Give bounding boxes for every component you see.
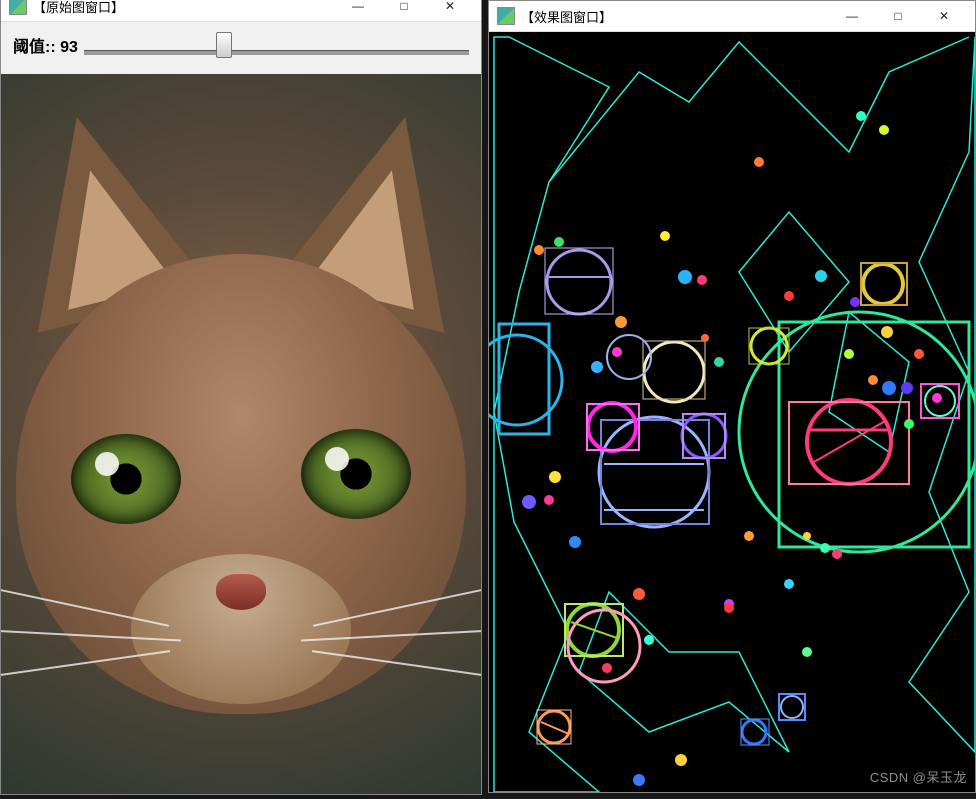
effect-image: CSDN @呆玉龙 [489, 32, 975, 792]
titlebar[interactable]: 【原始图窗口】 — □ ✕ [1, 0, 481, 22]
window-title: 【效果图窗口】 [521, 7, 612, 26]
slider-thumb[interactable] [216, 32, 232, 58]
maximize-button[interactable]: □ [381, 0, 427, 21]
threshold-label: 阈值:: 93 [13, 33, 78, 57]
close-button[interactable]: ✕ [427, 0, 473, 21]
app-icon [497, 7, 515, 25]
effect-image-window: 【效果图窗口】 — □ ✕ CSDN @呆玉龙 [488, 0, 976, 793]
source-image-window: 【原始图窗口】 — □ ✕ 阈值:: 93 [0, 0, 482, 795]
watermark: CSDN @呆玉龙 [870, 767, 967, 786]
minimize-button[interactable]: — [335, 0, 381, 21]
maximize-button[interactable]: □ [875, 1, 921, 31]
threshold-value: 93 [60, 39, 78, 56]
source-image [1, 74, 481, 794]
close-button[interactable]: ✕ [921, 1, 967, 31]
threshold-slider[interactable] [84, 30, 469, 60]
threshold-slider-row: 阈值:: 93 [1, 22, 481, 74]
titlebar[interactable]: 【效果图窗口】 — □ ✕ [489, 1, 975, 32]
app-icon [9, 0, 27, 15]
minimize-button[interactable]: — [829, 1, 875, 31]
window-title: 【原始图窗口】 [33, 0, 124, 16]
